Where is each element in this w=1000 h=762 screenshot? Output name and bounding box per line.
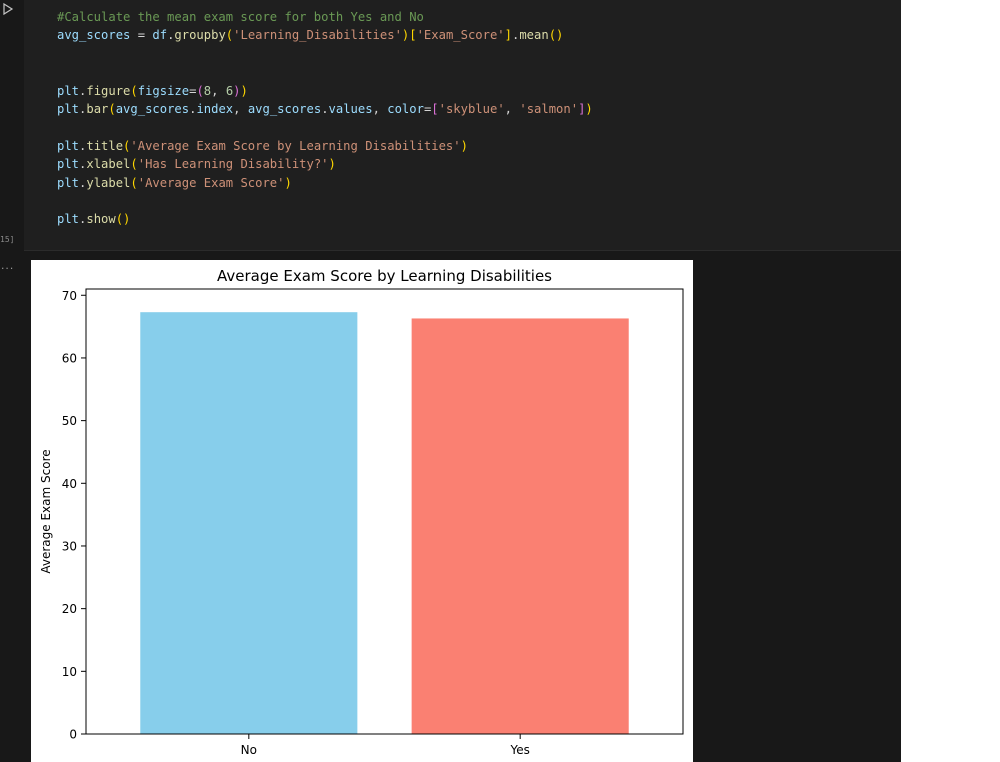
code-token: ylabel bbox=[86, 175, 131, 190]
y-tick-label: 30 bbox=[62, 539, 77, 553]
code-token: , bbox=[211, 83, 226, 98]
bar-yes bbox=[411, 318, 629, 734]
run-cell-icon[interactable] bbox=[1, 2, 15, 16]
code-token: () bbox=[115, 212, 131, 227]
code-token: show bbox=[86, 212, 116, 227]
y-tick-label: 20 bbox=[62, 602, 77, 616]
code-token: color bbox=[387, 101, 424, 116]
code-token: ( bbox=[130, 175, 138, 190]
code-token: values bbox=[328, 101, 373, 116]
bar-chart: 0 10 20 30 40 50 60 70 No Yes Average Exam Score… bbox=[39, 267, 684, 757]
y-tick-label: 40 bbox=[62, 477, 77, 491]
code-line: plt.xlabel('Has Learning Disability?') bbox=[57, 155, 593, 173]
code-token: figure bbox=[86, 83, 131, 98]
chart-figure: 0 10 20 30 40 50 60 70 No Yes Average Exam Score… bbox=[31, 260, 693, 762]
code-token: ( bbox=[130, 83, 138, 98]
code-token: ) bbox=[240, 83, 248, 98]
code-token: , bbox=[504, 101, 520, 116]
code-token: ] bbox=[504, 28, 512, 43]
cell-gutter: 15] ... bbox=[0, 0, 22, 762]
y-tick-label: 50 bbox=[62, 414, 77, 428]
code-token: avg_scores bbox=[115, 101, 190, 116]
code-token: 'Average Exam Score by Learning Disabili… bbox=[130, 138, 461, 153]
code-token: plt bbox=[57, 175, 80, 190]
code-token: xlabel bbox=[86, 157, 131, 172]
code-token: plt bbox=[57, 83, 80, 98]
code-token: groupby bbox=[174, 28, 226, 43]
code-token: ) bbox=[585, 101, 593, 116]
code-line: plt.bar(avg_scores.index, avg_scores.val… bbox=[57, 100, 593, 118]
code-line: plt.show() bbox=[57, 210, 593, 228]
code-token: bar bbox=[86, 101, 109, 116]
code-token: 'Exam_Score' bbox=[416, 28, 505, 43]
code-token: mean bbox=[519, 28, 549, 43]
code-token: title bbox=[86, 138, 124, 153]
code-token: 'skyblue' bbox=[438, 101, 505, 116]
code-token: [ bbox=[431, 101, 439, 116]
y-tick-label: 70 bbox=[62, 289, 77, 303]
code-token: #Calculate the mean exam score for both … bbox=[57, 10, 424, 24]
code-token: ( bbox=[108, 101, 116, 116]
y-axis-label: Average Exam Score bbox=[39, 449, 53, 573]
code-token: , bbox=[372, 101, 388, 116]
code-token: () bbox=[548, 28, 564, 43]
code-token: ) bbox=[233, 83, 241, 98]
x-tick-label: Yes bbox=[509, 743, 529, 757]
code-token: plt bbox=[57, 212, 80, 227]
code-line: #Calculate the mean exam score for both … bbox=[57, 8, 593, 26]
code-token: figsize bbox=[137, 83, 190, 98]
code-token: ( bbox=[130, 157, 138, 172]
code-token: df bbox=[152, 28, 168, 43]
y-tick-label: 10 bbox=[62, 665, 77, 679]
x-tick-label: No bbox=[241, 743, 257, 757]
code-token: ) bbox=[460, 138, 468, 153]
output-marker: ... bbox=[0, 262, 14, 272]
code-token: avg_scores bbox=[57, 28, 131, 43]
code-line: plt.title('Average Exam Score by Learnin… bbox=[57, 137, 593, 155]
execution-count: 15] bbox=[0, 235, 15, 244]
code-line: avg_scores = df.groupby('Learning_Disabi… bbox=[57, 26, 593, 44]
code-token: plt bbox=[57, 157, 80, 172]
code-token: index bbox=[196, 101, 234, 116]
code-line: plt.ylabel('Average Exam Score') bbox=[57, 174, 593, 192]
code-token: ) bbox=[328, 157, 336, 172]
code-token: avg_scores bbox=[247, 101, 322, 116]
code-token: = bbox=[130, 28, 153, 43]
code-token: , bbox=[233, 101, 248, 116]
y-tick-label: 0 bbox=[69, 728, 77, 742]
code-token: . bbox=[321, 101, 329, 116]
code-editor[interactable]: #Calculate the mean exam score for both … bbox=[57, 8, 593, 229]
code-token: 'salmon' bbox=[519, 101, 579, 116]
code-token: [ bbox=[409, 28, 417, 43]
y-tick-label: 60 bbox=[62, 351, 77, 365]
code-cell[interactable]: #Calculate the mean exam score for both … bbox=[24, 0, 901, 251]
code-token: ) bbox=[284, 175, 292, 190]
code-token: 'Has Learning Disability?' bbox=[137, 157, 329, 172]
code-token: 'Learning_Disabilities' bbox=[233, 28, 402, 43]
code-token: plt bbox=[57, 101, 80, 116]
code-token: ( bbox=[196, 83, 204, 98]
code-token: plt bbox=[57, 138, 80, 153]
bar-no bbox=[140, 312, 358, 734]
chart-title: Average Exam Score by Learning Disabilit… bbox=[217, 267, 552, 285]
notebook-output-area: 15] ... #Calculate the mean exam score f… bbox=[0, 0, 901, 762]
code-token: 'Average Exam Score' bbox=[137, 175, 285, 190]
code-line: plt.figure(figsize=(8, 6)) bbox=[57, 82, 593, 100]
